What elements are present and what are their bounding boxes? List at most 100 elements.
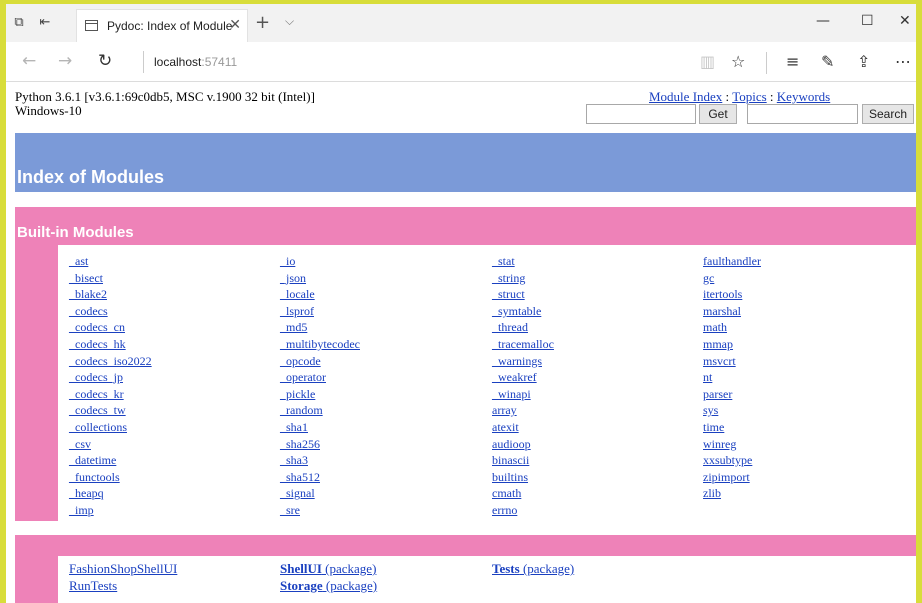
module-link[interactable]: _codecs_tw <box>69 402 152 419</box>
module-link[interactable]: _blake2 <box>69 286 152 303</box>
module-link[interactable]: _codecs_hk <box>69 336 152 353</box>
module-link[interactable]: builtins <box>492 469 554 486</box>
get-input[interactable] <box>586 104 696 124</box>
module-link[interactable]: math <box>703 319 761 336</box>
web-note-icon[interactable]: ✎ <box>821 52 834 71</box>
module-link[interactable]: zlib <box>703 485 761 502</box>
forward-icon[interactable]: → <box>58 51 72 71</box>
module-link[interactable]: _struct <box>492 286 554 303</box>
reading-view-icon[interactable]: ▥ <box>700 52 715 71</box>
module-link[interactable]: _random <box>280 402 360 419</box>
module-link[interactable]: _datetime <box>69 452 152 469</box>
module-link[interactable]: parser <box>703 386 761 403</box>
module-link[interactable]: _sha1 <box>280 419 360 436</box>
search-input[interactable] <box>747 104 858 124</box>
module-link[interactable]: time <box>703 419 761 436</box>
module-link[interactable]: _opcode <box>280 353 360 370</box>
module-link[interactable]: _md5 <box>280 319 360 336</box>
module-link[interactable]: _signal <box>280 485 360 502</box>
module-link[interactable]: _codecs_iso2022 <box>69 353 152 370</box>
module-link[interactable]: _winapi <box>492 386 554 403</box>
fashion-shop-link[interactable]: FashionShopShellUI <box>69 561 177 576</box>
module-link[interactable]: _sha3 <box>280 452 360 469</box>
module-link[interactable]: errno <box>492 502 554 519</box>
maximize-icon[interactable]: ☐ <box>861 13 874 29</box>
module-link[interactable]: _bisect <box>69 270 152 287</box>
module-link[interactable]: _codecs_cn <box>69 319 152 336</box>
address-field[interactable]: localhost:57411 <box>154 55 237 69</box>
module-link[interactable]: _locale <box>280 286 360 303</box>
favorite-star-icon[interactable]: ☆ <box>731 52 745 71</box>
package-link[interactable]: RunTests <box>69 578 117 594</box>
module-link[interactable]: _thread <box>492 319 554 336</box>
module-link[interactable]: _csv <box>69 436 152 453</box>
module-link[interactable]: sys <box>703 402 761 419</box>
chevron-down-icon[interactable]: ⌵ <box>285 14 294 29</box>
module-link[interactable]: _symtable <box>492 303 554 320</box>
module-link[interactable]: _json <box>280 270 360 287</box>
minimize-icon[interactable]: — <box>816 13 830 29</box>
shellui-link[interactable]: ShellUI (package) <box>280 561 376 576</box>
module-index-link[interactable]: Module Index <box>649 89 722 104</box>
module-link[interactable]: _sha256 <box>280 436 360 453</box>
module-link[interactable]: zipimport <box>703 469 761 486</box>
module-link[interactable]: mmap <box>703 336 761 353</box>
package-link[interactable]: Tests (package) <box>492 561 574 577</box>
search-button[interactable]: Search <box>862 104 914 124</box>
module-link[interactable]: _warnings <box>492 353 554 370</box>
module-link[interactable]: _collections <box>69 419 152 436</box>
package-link[interactable]: ShellUI (package) <box>280 561 376 577</box>
package-link[interactable]: FashionShopShellUI <box>69 561 177 577</box>
keywords-link[interactable]: Keywords <box>777 89 830 104</box>
module-link[interactable]: marshal <box>703 303 761 320</box>
hub-icon[interactable]: ≡ <box>786 52 799 71</box>
refresh-icon[interactable]: ↻ <box>98 51 112 71</box>
module-link[interactable]: _sre <box>280 502 360 519</box>
new-tab-icon[interactable]: + <box>255 12 270 33</box>
tests-link[interactable]: Tests (package) <box>492 561 574 576</box>
module-link[interactable]: audioop <box>492 436 554 453</box>
more-icon[interactable]: ⋯ <box>895 52 911 71</box>
module-link[interactable]: nt <box>703 369 761 386</box>
close-window-icon[interactable]: ✕ <box>899 13 911 29</box>
module-column-4: faulthandler gc itertools marshal math mmap ms… <box>703 253 761 502</box>
module-link[interactable]: _sha512 <box>280 469 360 486</box>
module-link[interactable]: faulthandler <box>703 253 761 270</box>
run-tests-link[interactable]: RunTests <box>69 578 117 593</box>
get-button[interactable]: Get <box>699 104 737 124</box>
share-icon[interactable]: ⇪ <box>857 52 870 71</box>
set-tabs-aside-icon[interactable]: ⇤ <box>36 15 54 31</box>
module-link[interactable]: _weakref <box>492 369 554 386</box>
package-link[interactable]: Storage (package) <box>280 578 377 594</box>
module-link[interactable]: xxsubtype <box>703 452 761 469</box>
topics-link[interactable]: Topics <box>732 89 766 104</box>
module-link[interactable]: _imp <box>69 502 152 519</box>
module-link[interactable]: _tracemalloc <box>492 336 554 353</box>
module-link[interactable]: _codecs_jp <box>69 369 152 386</box>
module-link[interactable]: _codecs <box>69 303 152 320</box>
module-link[interactable]: array <box>492 402 554 419</box>
module-link[interactable]: binascii <box>492 452 554 469</box>
back-icon[interactable]: ← <box>22 51 36 71</box>
close-tab-icon[interactable]: ✕ <box>229 17 241 33</box>
module-link[interactable]: _operator <box>280 369 360 386</box>
module-link[interactable]: _string <box>492 270 554 287</box>
module-link[interactable]: _ast <box>69 253 152 270</box>
storage-link[interactable]: Storage (package) <box>280 578 377 593</box>
module-link[interactable]: _multibytecodec <box>280 336 360 353</box>
module-link[interactable]: _stat <box>492 253 554 270</box>
module-link[interactable]: _heapq <box>69 485 152 502</box>
tab-manager-icon[interactable]: ⧉ <box>10 15 28 31</box>
module-link[interactable]: _io <box>280 253 360 270</box>
browser-tab[interactable]: Pydoc: Index of Module ✕ <box>76 9 248 42</box>
module-link[interactable]: _codecs_kr <box>69 386 152 403</box>
module-link[interactable]: gc <box>703 270 761 287</box>
module-link[interactable]: cmath <box>492 485 554 502</box>
module-link[interactable]: _pickle <box>280 386 360 403</box>
module-link[interactable]: msvcrt <box>703 353 761 370</box>
module-link[interactable]: _functools <box>69 469 152 486</box>
module-link[interactable]: winreg <box>703 436 761 453</box>
module-link[interactable]: _lsprof <box>280 303 360 320</box>
module-link[interactable]: itertools <box>703 286 761 303</box>
module-link[interactable]: atexit <box>492 419 554 436</box>
